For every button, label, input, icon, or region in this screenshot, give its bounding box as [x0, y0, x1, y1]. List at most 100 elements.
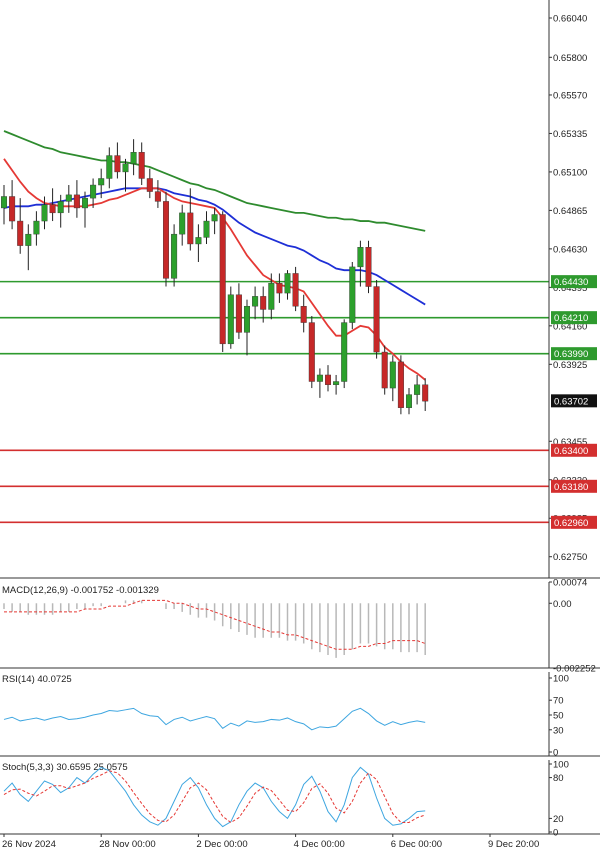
candle: [138, 142, 145, 186]
candle: [284, 270, 291, 300]
bull-candle-body: [243, 305, 250, 333]
bear-candle-body: [138, 152, 145, 179]
bull-candle-body: [171, 233, 178, 279]
bull-candle-body: [41, 204, 48, 222]
bear-candle-body: [187, 212, 194, 245]
candlesticks: [1, 139, 429, 415]
stoch-tick-label: 100: [553, 760, 569, 771]
bull-candle-body: [341, 322, 348, 382]
bear-candle-body: [292, 273, 299, 307]
candle: [25, 224, 32, 271]
candle: [130, 139, 137, 176]
bear-candle-body: [325, 374, 332, 385]
bull-candle-body: [211, 214, 218, 222]
candle: [276, 273, 283, 303]
price-tags: 0.64430 0.64210 0.63990 0.63400 0.63180 0.629…: [551, 275, 597, 529]
price-tick-label: 0.65100: [553, 167, 587, 178]
price-tick-label: 0.64630: [553, 244, 587, 255]
candle: [106, 147, 113, 189]
stoch-title: Stoch(5,3,3) 30.6595 25.0575: [2, 762, 128, 773]
bear-candle-body: [162, 201, 169, 279]
bull-candle-body: [98, 178, 105, 186]
resistance-tag-label: 0.63990: [554, 349, 588, 360]
price-panel: 0.66040 0.65800 0.65570 0.65335 0.65100 0.648…: [0, 14, 597, 563]
candle: [365, 240, 372, 294]
rsi-tick-label: 100: [553, 674, 569, 685]
stoch-tick-label: 0: [553, 828, 558, 839]
bull-candle-body: [81, 197, 88, 209]
candle: [122, 158, 129, 192]
rsi-path: [3, 707, 426, 731]
current-price-label: 0.63702: [554, 396, 588, 407]
macd-axis-ticks: 0.000740.00-0.002252: [549, 578, 596, 675]
macd-panel: MACD(12,26,9) -0.001752 -0.001329 0.0007…: [2, 578, 596, 675]
stoch-panel: Stoch(5,3,3) 30.6595 25.0575 100 80 20 0: [2, 760, 569, 839]
bull-candle-body: [357, 247, 364, 268]
rsi-tick-label: 50: [553, 711, 564, 722]
candle: [203, 211, 210, 244]
stoch-d-path: [3, 770, 426, 824]
price-tick-label: 0.66040: [553, 14, 587, 25]
time-axis: 26 Nov 2024 28 Nov 00:00 2 Dec 00:00 4 Dec …: [2, 834, 539, 850]
candle: [154, 180, 161, 208]
candle: [33, 211, 40, 246]
bull-candle-body: [179, 212, 186, 235]
bear-candle-body: [146, 178, 153, 192]
candle: [57, 194, 64, 228]
candle: [357, 240, 364, 287]
candle: [219, 211, 226, 353]
candle: [341, 319, 348, 389]
macd-tick-label: 0.00: [553, 599, 572, 610]
time-tick-label: 28 Nov 00:00: [99, 839, 156, 850]
candle: [1, 185, 7, 225]
candle: [308, 316, 315, 389]
time-tick-label: 26 Nov 2024: [2, 839, 56, 850]
candle: [325, 365, 332, 392]
bear-candle-body: [381, 351, 388, 389]
bear-candle-body: [373, 286, 380, 353]
bull-candle-body: [406, 394, 413, 408]
rsi-tick-label: 70: [553, 696, 564, 707]
rsi-tick-label: 30: [553, 725, 564, 736]
bull-candle-body: [106, 155, 113, 179]
resistance-tag-label: 0.64430: [554, 277, 588, 288]
panel-frames: [0, 0, 600, 835]
candle: [235, 283, 242, 339]
time-tick-label: 2 Dec 00:00: [196, 839, 247, 850]
candle: [389, 355, 396, 402]
bull-candle-body: [333, 381, 340, 385]
candle: [171, 224, 178, 287]
rsi-tick-label: 0: [553, 748, 558, 759]
stoch-tick-label: 20: [553, 814, 564, 825]
candle: [211, 207, 218, 235]
stoch-lines: [3, 766, 426, 828]
price-tick-label: 0.62750: [553, 552, 587, 563]
ma-fast-line: [3, 158, 426, 381]
time-tick-label: 4 Dec 00:00: [294, 839, 345, 850]
stoch-axis-ticks: 100 80 20 0: [549, 760, 569, 839]
price-tick-label: 0.65335: [553, 129, 587, 140]
resistance-tag-label: 0.64210: [554, 313, 588, 324]
bull-candle-body: [349, 266, 356, 323]
bear-candle-body: [422, 384, 429, 402]
rsi-line: [3, 707, 426, 731]
candle: [162, 191, 169, 287]
stoch-tick-label: 80: [553, 773, 564, 784]
candle: [179, 204, 186, 246]
candle: [422, 378, 429, 411]
candle: [373, 279, 380, 359]
candle: [252, 286, 259, 320]
candle: [333, 374, 340, 395]
support-tag-label: 0.62960: [554, 518, 588, 529]
bull-candle-body: [130, 152, 137, 164]
bear-candle-body: [308, 322, 315, 382]
bear-candle-body: [219, 214, 226, 345]
bear-candle-body: [17, 220, 24, 246]
bear-candle-body: [235, 294, 242, 333]
bear-candle-body: [276, 283, 283, 294]
trading-chart: 0.66040 0.65800 0.65570 0.65335 0.65100 0.648…: [0, 0, 600, 850]
candle: [349, 261, 356, 330]
bull-candle-body: [33, 220, 40, 235]
chart-stage: 0.66040 0.65800 0.65570 0.65335 0.65100 0.648…: [0, 0, 600, 851]
bull-candle-body: [227, 294, 234, 345]
